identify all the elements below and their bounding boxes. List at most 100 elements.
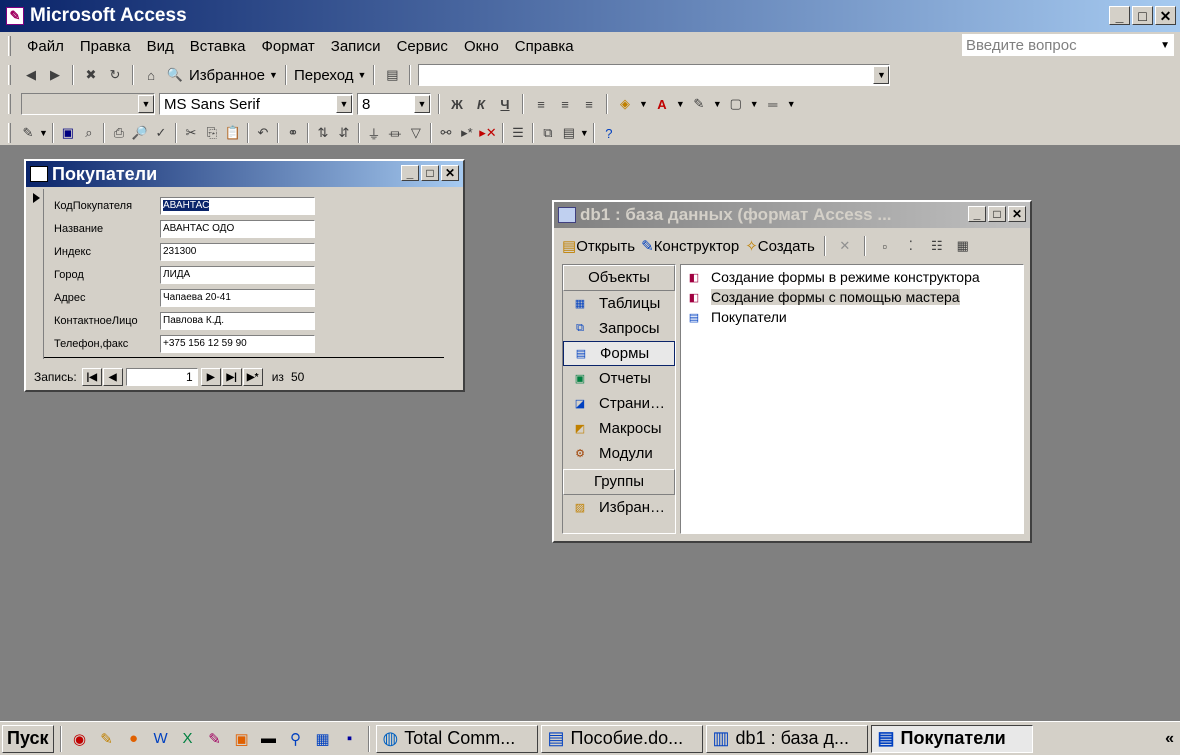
toolbar-grip[interactable] <box>8 94 11 114</box>
cut-icon[interactable]: ✂ <box>181 123 201 143</box>
align-right-icon[interactable]: ≡ <box>579 94 599 114</box>
field-value-input[interactable]: ЛИДА <box>160 266 315 284</box>
goto-menu[interactable]: Переход <box>294 67 354 84</box>
favorites-menu[interactable]: Избранное <box>189 67 265 84</box>
objects-header[interactable]: Объекты <box>563 265 675 291</box>
menu-format[interactable]: Формат <box>255 36 320 57</box>
customers-form-window[interactable]: Покупатели _ □ ✕ КодПокупателя АВАНТАС На… <box>24 159 465 392</box>
task-total-commander[interactable]: ◍ Total Comm... <box>375 724 538 753</box>
address-combo[interactable]: ▼ <box>418 64 891 86</box>
record-selector[interactable] <box>30 189 44 359</box>
spelling-icon[interactable]: ✓ <box>151 123 171 143</box>
open-button[interactable]: ▤Открыть <box>562 237 635 255</box>
chevron-down-icon[interactable]: ▼ <box>336 95 352 113</box>
menu-insert[interactable]: Вставка <box>184 36 252 57</box>
word-icon[interactable]: W <box>149 727 173 751</box>
database-window[interactable]: db1 : база данных (формат Access ... _ □… <box>552 200 1032 543</box>
close-button[interactable]: ✕ <box>1155 6 1176 25</box>
line-color-icon[interactable]: ✎ <box>689 94 709 114</box>
task-database[interactable]: ▥ db1 : база д... <box>705 724 868 753</box>
maximize-button[interactable]: □ <box>988 206 1006 222</box>
stop-icon[interactable]: ✖ <box>81 65 101 85</box>
font-combo[interactable]: MS Sans Serif ▼ <box>159 93 353 115</box>
chevron-down-icon[interactable]: ▼ <box>873 66 890 84</box>
db-titlebar[interactable]: db1 : база данных (формат Access ... _ □… <box>554 202 1030 228</box>
save-icon[interactable]: ▣ <box>58 123 78 143</box>
toolbar-grip[interactable] <box>8 65 11 85</box>
underline-button[interactable]: Ч <box>495 94 515 114</box>
home-icon[interactable]: ⌂ <box>141 65 161 85</box>
media-icon[interactable]: ▬ <box>257 727 281 751</box>
access-icon[interactable]: ✎ <box>203 727 227 751</box>
task-customers-form[interactable]: ▤ Покупатели <box>870 724 1033 753</box>
powerpoint-icon[interactable]: ▣ <box>230 727 254 751</box>
maximize-button[interactable]: □ <box>1132 6 1153 25</box>
first-record-button[interactable]: |◀ <box>81 368 102 386</box>
start-button[interactable]: Пуск <box>2 724 54 753</box>
object-tables[interactable]: ▦ Таблицы <box>563 291 675 316</box>
tray-chevron[interactable]: « <box>1165 730 1174 748</box>
minimize-button[interactable]: _ <box>401 165 419 181</box>
save-disk-icon[interactable]: ▪ <box>338 727 362 751</box>
record-number-input[interactable]: 1 <box>125 368 198 386</box>
back-icon[interactable]: ◀ <box>21 65 41 85</box>
pencil-app-icon[interactable]: ✎ <box>95 727 119 751</box>
line-width-icon[interactable]: ═ <box>763 94 783 114</box>
menu-tools[interactable]: Сервис <box>391 36 454 57</box>
field-value-input[interactable]: Чапаева 20-41 <box>160 289 315 307</box>
field-value-input[interactable]: АВАНТАС ОДО <box>160 220 315 238</box>
chevron-down-icon[interactable]: ▼ <box>414 95 430 113</box>
copy-icon[interactable]: ⎘ <box>202 123 222 143</box>
paste-icon[interactable]: 📋 <box>223 123 243 143</box>
menu-edit[interactable]: Правка <box>74 36 137 57</box>
sort-descending-icon[interactable]: ⇵ <box>334 123 354 143</box>
object-queries[interactable]: ⧉ Запросы <box>563 316 675 341</box>
search-app-icon[interactable]: ⚲ <box>284 727 308 751</box>
field-value-input[interactable]: Павлова К.Д. <box>160 312 315 330</box>
font-color-icon[interactable]: A <box>652 94 672 114</box>
close-button[interactable]: ✕ <box>1008 206 1026 222</box>
small-icons-icon[interactable]: ⁚ <box>901 236 921 256</box>
chevron-down-icon[interactable]: ▼ <box>138 95 154 113</box>
show-only-web-toolbar-icon[interactable]: ▤ <box>382 65 402 85</box>
menu-records[interactable]: Записи <box>325 36 387 57</box>
print-icon[interactable]: ⎙ <box>109 123 129 143</box>
border-icon[interactable]: ▢ <box>726 94 746 114</box>
next-record-button[interactable]: ▶ <box>200 368 221 386</box>
align-center-icon[interactable]: ≡ <box>555 94 575 114</box>
database-window-icon[interactable]: ⧉ <box>538 123 558 143</box>
object-macros[interactable]: ◩ Макросы <box>563 416 675 441</box>
field-value-input[interactable]: 231300 <box>160 243 315 261</box>
create-button[interactable]: ✧Создать <box>745 237 815 255</box>
list-item-wizard-form[interactable]: ◧ Создание формы с помощью мастера <box>681 287 1023 307</box>
italic-button[interactable]: К <box>471 94 491 114</box>
groups-header[interactable]: Группы <box>563 469 675 495</box>
align-left-icon[interactable]: ≡ <box>531 94 551 114</box>
find-icon[interactable]: ⚯ <box>436 123 456 143</box>
object-forms[interactable]: ▤ Формы <box>563 341 675 366</box>
minimize-button[interactable]: _ <box>1109 6 1130 25</box>
antivirus-icon[interactable]: ◉ <box>68 727 92 751</box>
filter-by-form-icon[interactable]: ⏛ <box>385 123 405 143</box>
form-titlebar[interactable]: Покупатели _ □ ✕ <box>26 161 463 187</box>
delete-icon[interactable]: ✕ <box>835 236 855 256</box>
details-view-icon[interactable]: ▦ <box>953 236 973 256</box>
field-value-input[interactable]: +375 156 12 59 90 <box>160 335 315 353</box>
object-modules[interactable]: ⚙ Модули <box>563 441 675 466</box>
filter-by-selection-icon[interactable]: ⏚ <box>364 123 384 143</box>
field-value-input[interactable]: АВАНТАС <box>160 197 315 215</box>
bold-button[interactable]: Ж <box>447 94 467 114</box>
excel-icon[interactable]: X <box>176 727 200 751</box>
menu-help[interactable]: Справка <box>509 36 580 57</box>
new-record-icon[interactable]: ▸* <box>457 123 477 143</box>
object-combo[interactable]: ▼ <box>21 93 155 115</box>
menu-file[interactable]: Файл <box>21 36 70 57</box>
previous-record-button[interactable]: ◀ <box>102 368 123 386</box>
print-preview-icon[interactable]: 🔎 <box>130 123 150 143</box>
view-icon[interactable]: ✎ <box>18 123 38 143</box>
maximize-button[interactable]: □ <box>421 165 439 181</box>
properties-icon[interactable]: ☰ <box>508 123 528 143</box>
new-record-button[interactable]: ▶* <box>242 368 263 386</box>
list-item-customers-form[interactable]: ▤ Покупатели <box>681 307 1023 327</box>
app-titlebar[interactable]: ✎ Microsoft Access _ □ ✕ <box>0 0 1180 32</box>
